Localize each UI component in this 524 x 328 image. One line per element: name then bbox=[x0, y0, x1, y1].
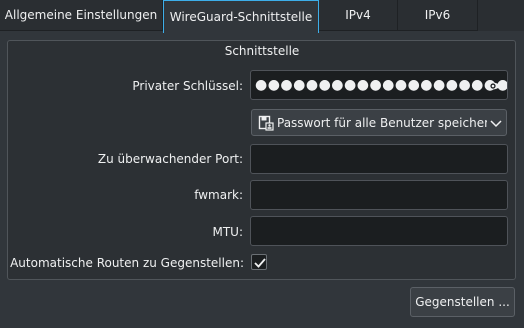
fwmark-field[interactable] bbox=[250, 180, 508, 210]
fwmark-label: fwmark: bbox=[194, 188, 243, 202]
password-storage-select[interactable]: Passwort für alle Benutzer speichern bbox=[251, 109, 507, 136]
tab-bar: Allgemeine Einstellungen WireGuard-Schni… bbox=[0, 0, 524, 33]
tab-ipv6[interactable]: IPv6 bbox=[398, 0, 478, 31]
show-password-eye-icon[interactable] bbox=[485, 78, 501, 94]
save-user-icon bbox=[258, 115, 274, 131]
mtu-label: MTU: bbox=[212, 225, 243, 239]
listen-port-label: Zu überwachender Port: bbox=[97, 152, 243, 166]
private-key-masked-value: ●●●●●●●●●●●●●●●●●●●●●● bbox=[255, 77, 508, 93]
connection-editor: Allgemeine Einstellungen WireGuard-Schni… bbox=[0, 0, 524, 328]
chevron-down-icon bbox=[490, 118, 502, 128]
listen-port-field[interactable] bbox=[250, 144, 508, 174]
checkmark-icon bbox=[254, 258, 266, 268]
private-key-field[interactable]: ●●●●●●●●●●●●●●●●●●●●●● bbox=[250, 70, 508, 100]
auto-routes-checkbox[interactable] bbox=[251, 254, 267, 270]
password-storage-selected: Passwort für alle Benutzer speichern bbox=[277, 116, 487, 130]
auto-routes-label: Automatische Routen zu Gegenstellen: bbox=[10, 256, 244, 270]
group-title: Schnittstelle bbox=[224, 44, 300, 58]
peers-button[interactable]: Gegenstellen ... bbox=[410, 287, 515, 317]
tab-bar-fill bbox=[478, 0, 524, 31]
private-key-label: Privater Schlüssel: bbox=[132, 79, 243, 93]
tab-general-settings[interactable]: Allgemeine Einstellungen bbox=[0, 0, 163, 31]
tab-ipv4[interactable]: IPv4 bbox=[319, 0, 398, 31]
mtu-field[interactable] bbox=[250, 216, 508, 246]
tab-wireguard-interface[interactable]: WireGuard-Schnittstelle bbox=[163, 0, 319, 33]
